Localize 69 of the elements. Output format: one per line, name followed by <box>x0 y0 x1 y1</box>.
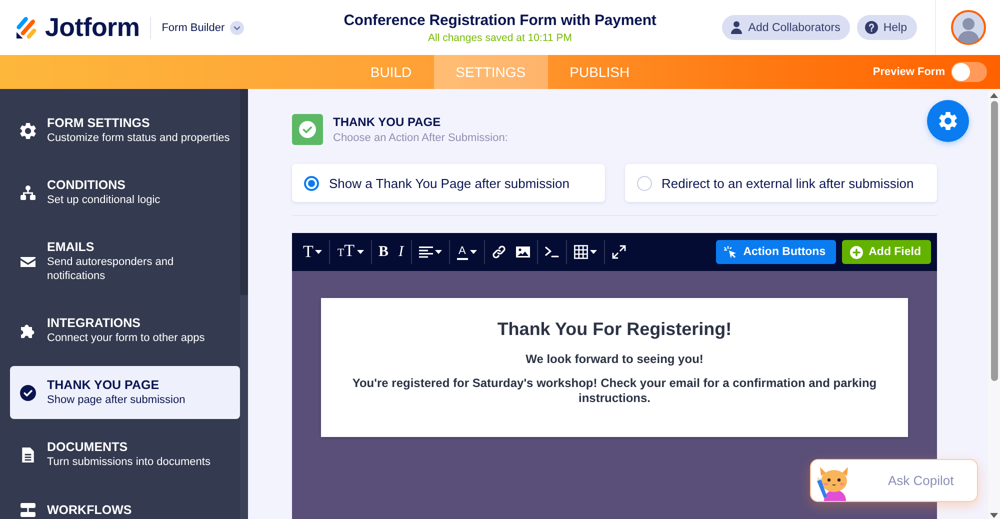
option-card[interactable]: Show a Thank You Page after submission <box>292 164 604 202</box>
terminal-icon <box>544 245 559 259</box>
sidebar-item[interactable]: FORM SETTINGS Customize form status and properties <box>10 104 240 157</box>
sidebar-item-title: CONDITIONS <box>47 178 126 193</box>
align-left-icon <box>418 245 433 259</box>
font-size-button[interactable]: TT <box>332 240 369 264</box>
sidebar-item-subtitle: Set up conditional logic <box>47 193 162 207</box>
gear-icon <box>20 122 36 138</box>
logo-icon <box>15 16 39 40</box>
sidebar-item-title: FORM SETTINGS <box>47 116 151 131</box>
chevron-down-icon <box>230 20 244 34</box>
sidebar-item[interactable]: THANK YOU PAGE Show page after submission <box>10 366 240 419</box>
cursor-click-icon <box>724 246 738 258</box>
thank-you-heading: Thank You For Registering! <box>496 319 733 340</box>
puzzle-piece-icon <box>20 322 36 338</box>
sidebar-item-title: EMAILS <box>47 240 96 255</box>
sidebar-item-subtitle: Send autoresponders and notifications <box>47 255 175 283</box>
sidebar-item-title: THANK YOU PAGE <box>47 378 160 393</box>
add-collaborators-button[interactable]: Add Collaborators <box>722 15 850 40</box>
expand-icon <box>612 245 626 259</box>
radio-button[interactable] <box>304 176 319 190</box>
logo-wordmark: Jotform <box>45 12 140 43</box>
scrollbar-thumb[interactable] <box>990 101 998 381</box>
check-circle-icon <box>20 384 36 400</box>
save-status: All changes saved at 10:11 PM <box>427 32 573 44</box>
sidebar-item[interactable]: INTEGRATIONS Connect your form to other apps <box>10 304 240 357</box>
section-title: THANK YOU PAGE <box>333 115 442 129</box>
scroll-down-icon[interactable] <box>990 513 998 518</box>
action-buttons-button[interactable]: Action Buttons <box>716 240 836 264</box>
help-button[interactable]: Help <box>857 15 917 40</box>
sidebar-item-title: DOCUMENTS <box>47 440 129 455</box>
form-builder-dropdown[interactable]: Form Builder <box>162 20 244 34</box>
sidebar-item[interactable]: CONDITIONS Set up conditional logic <box>10 166 240 219</box>
preview-toggle[interactable] <box>951 62 987 82</box>
italic-button[interactable]: I <box>394 240 409 264</box>
preview-form-label: Preview Form <box>872 66 945 78</box>
plus-circle-icon <box>850 246 863 258</box>
scrollbar[interactable] <box>988 89 1000 519</box>
flow-icon <box>20 502 36 518</box>
document-icon <box>20 446 36 462</box>
sidebar-item[interactable]: WORKFLOWS <box>10 490 240 519</box>
sidebar-item[interactable]: EMAILS Send autoresponders and notifications <box>10 228 240 295</box>
section-subtitle: Choose an Action After Submission: <box>333 132 508 144</box>
radio-button[interactable] <box>636 176 652 190</box>
sidebar-item-subtitle: Turn submissions into documents <box>47 455 212 469</box>
font-button[interactable]: T <box>298 240 328 264</box>
sidebar-item-subtitle: Connect your form to other apps <box>47 331 206 345</box>
person-icon <box>730 21 744 34</box>
thank-you-text: We look forward to seeing you! <box>524 352 704 367</box>
bold-button[interactable]: B <box>374 240 394 264</box>
settings-button[interactable] <box>927 100 969 142</box>
sidebar-scrollbar[interactable] <box>240 89 248 519</box>
text-color-button[interactable]: A <box>452 240 482 264</box>
scroll-up-icon[interactable] <box>990 93 998 98</box>
help-icon <box>865 21 878 34</box>
sidebar-item[interactable]: DOCUMENTS Turn submissions into documents <box>10 428 240 481</box>
thank-you-text: You're registered for Saturday's workshop! Check your email for a confirmation and parking instructions. <box>351 376 878 406</box>
table-icon <box>574 245 588 259</box>
form-title: Conference Registration Form with Payment <box>344 12 656 28</box>
sidebar-item-subtitle: Show page after submission <box>47 393 186 407</box>
sidebar-item-subtitle: Customize form status and properties <box>47 131 231 145</box>
avatar-icon[interactable] <box>950 10 986 45</box>
link-icon <box>492 245 506 259</box>
gear-icon <box>939 112 957 130</box>
image-icon <box>516 245 530 259</box>
sidebar-item-title: WORKFLOWS <box>47 502 133 518</box>
sidebar-item-title: INTEGRATIONS <box>47 316 142 331</box>
option-card[interactable]: Redirect to an external link after submission <box>624 164 937 202</box>
org-chart-icon <box>20 184 36 200</box>
